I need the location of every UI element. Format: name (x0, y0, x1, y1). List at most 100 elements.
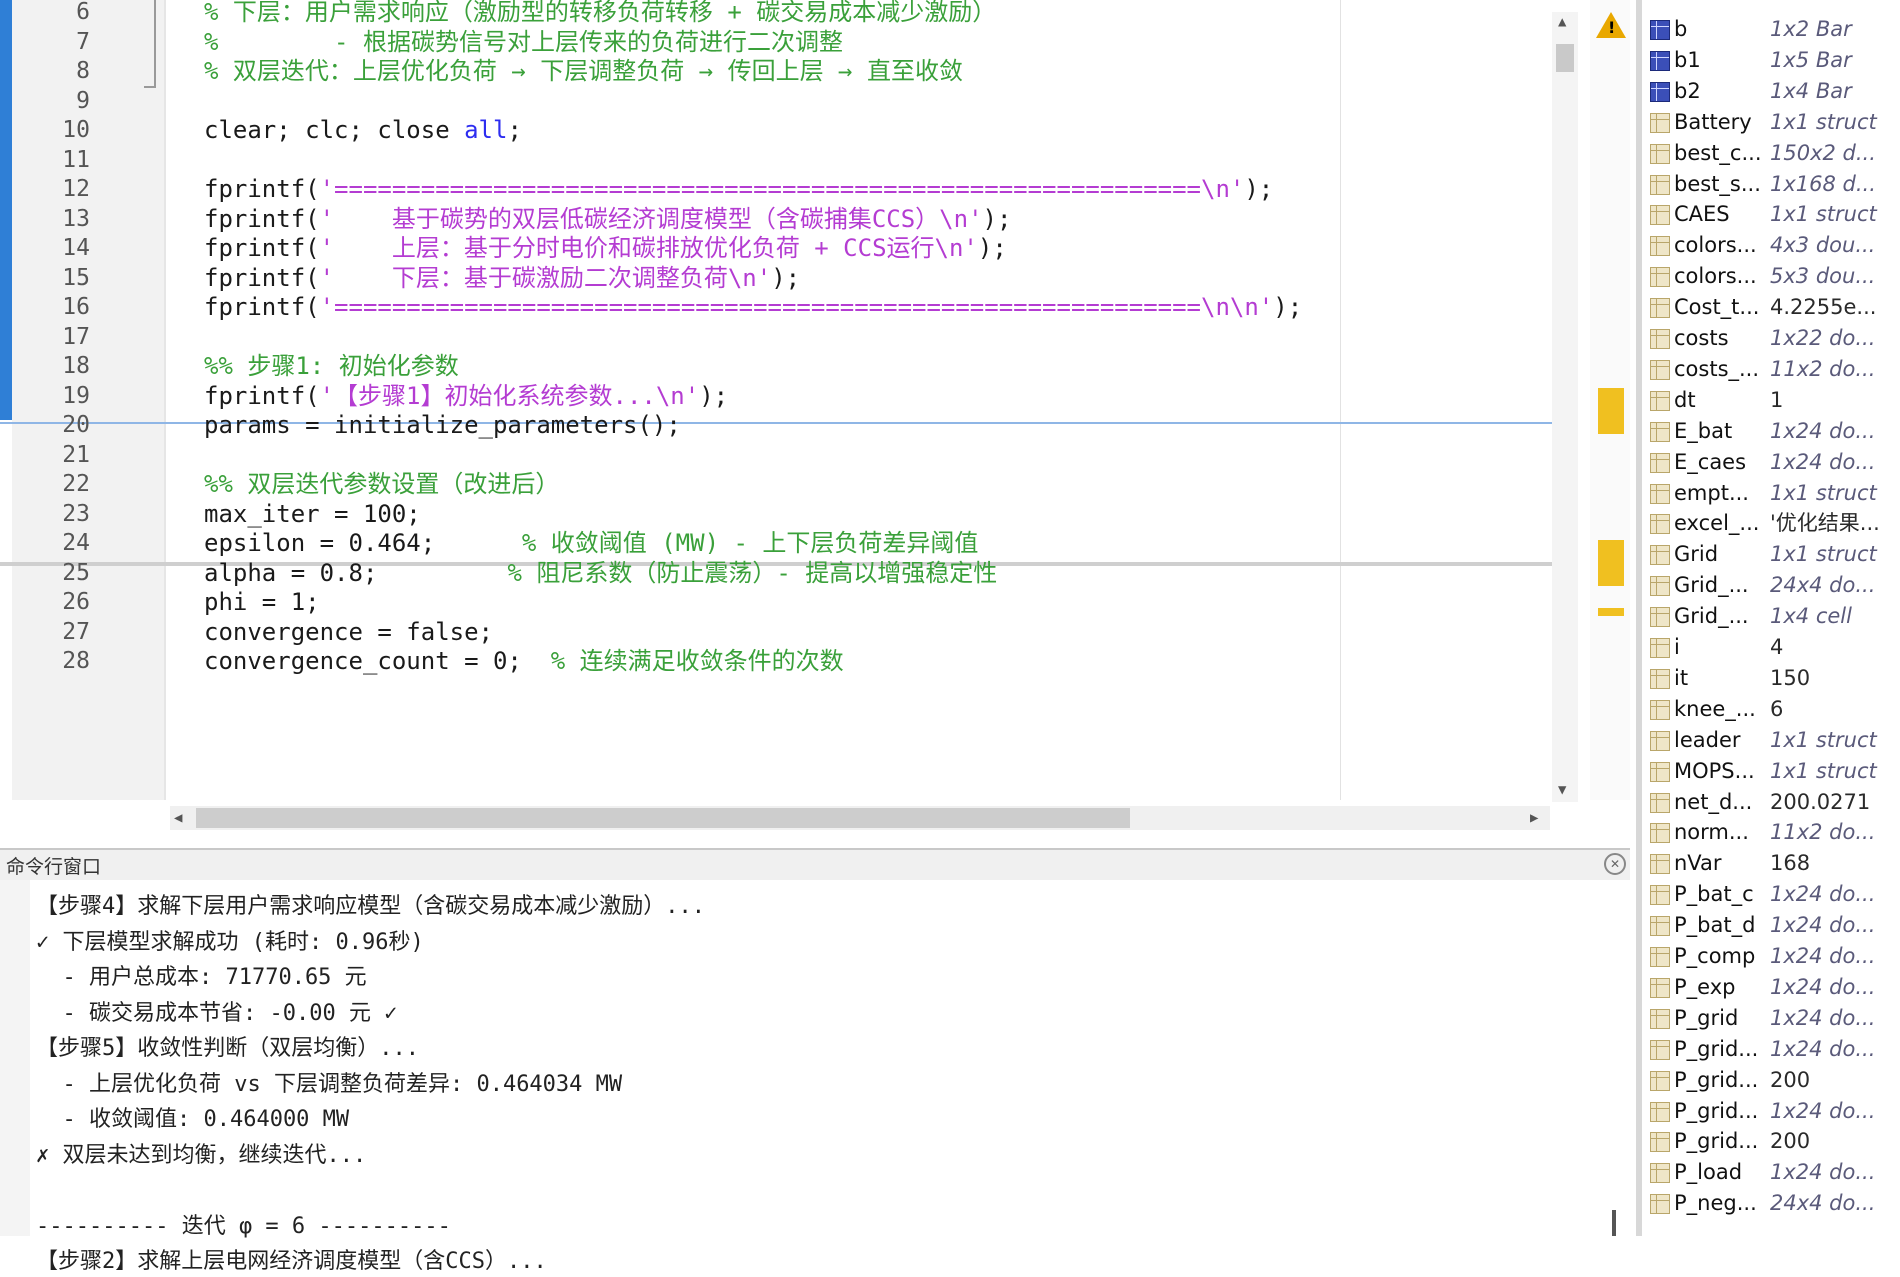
workspace-variable-row[interactable]: MOPS... 1x1 struct (1642, 756, 1900, 786)
variable-name: colors... (1674, 264, 1757, 289)
variable-grid-icon (1650, 607, 1670, 628)
code-token: clear; clc; close (204, 116, 465, 144)
workspace-variable-row[interactable]: P_load 1x24 do... (1642, 1157, 1900, 1187)
code-keyword: all (464, 116, 508, 144)
variable-name: CAES (1674, 202, 1730, 227)
workspace-variable-row[interactable]: best_s... 1x168 d... (1642, 169, 1900, 199)
workspace-variable-row[interactable]: Battery 1x1 struct (1642, 107, 1900, 137)
variable-name: MOPS... (1674, 758, 1755, 783)
workspace-variable-row[interactable]: P_neg... 24x4 do... (1642, 1188, 1900, 1218)
workspace-variable-row[interactable]: excel_... '优化结果... (1642, 508, 1900, 538)
bar-object-icon (1650, 50, 1670, 71)
variable-grid-icon (1650, 792, 1670, 813)
workspace-variable-row[interactable]: norm... 11x2 do... (1642, 817, 1900, 847)
workspace-variable-row[interactable]: b 1x2 Bar (1642, 14, 1900, 44)
warning-icon[interactable]: ! (1596, 12, 1626, 38)
variable-value: '优化结果... (1770, 511, 1880, 536)
variable-value: 11x2 do... (1770, 820, 1876, 845)
command-window-scrollbar[interactable] (1612, 1210, 1616, 1236)
warning-marker[interactable] (1598, 540, 1624, 586)
workspace-variable-row[interactable]: Cost_t... 4.2255e... (1642, 292, 1900, 322)
workspace-variable-row[interactable]: knee_... 6 (1642, 694, 1900, 724)
workspace-variable-row[interactable]: it 150 (1642, 663, 1900, 693)
workspace-variable-row[interactable]: colors... 5x3 dou... (1642, 261, 1900, 291)
code-token: fprintf( (204, 175, 320, 203)
workspace-variable-row[interactable]: E_bat 1x24 do... (1642, 416, 1900, 446)
variable-grid-icon (1650, 668, 1670, 689)
code-token: ); (1244, 175, 1274, 203)
command-output-line: 【步骤2】求解上层电网经济调度模型（含CCS）... (36, 1249, 547, 1274)
code-token: convergence = false; (204, 617, 493, 646)
workspace-variable-row[interactable]: P_bat_c 1x24 do... (1642, 879, 1900, 909)
warning-marker[interactable] (1598, 608, 1624, 616)
variable-name: i (1674, 635, 1680, 659)
scroll-right-arrow-icon[interactable]: ▶ (1530, 810, 1538, 826)
workspace-variable-row[interactable]: empt... 1x1 struct (1642, 478, 1900, 508)
workspace-variable-row[interactable]: P_bat_d 1x24 do... (1642, 910, 1900, 940)
variable-value: 1x22 do... (1770, 326, 1876, 350)
command-output-line: - 碳交易成本节省: -0.00 元 ✓ (36, 1000, 398, 1026)
command-window[interactable]: 【步骤4】求解下层用户需求响应模型（含碳交易成本减少激励）... ✓ 下层模型求解… (0, 880, 1630, 1274)
workspace-variable-row[interactable]: P_grid... 200 (1642, 1126, 1900, 1156)
code-token: phi = 1; (204, 588, 320, 616)
warning-marker[interactable] (1598, 388, 1624, 434)
variable-name: norm... (1674, 820, 1749, 845)
variable-grid-icon (1650, 1163, 1670, 1184)
command-window-margin (0, 880, 30, 1236)
variable-grid-icon (1650, 1101, 1670, 1122)
variable-value: 200 (1770, 1067, 1811, 1092)
variable-value: 1x24 do... (1770, 1098, 1876, 1123)
workspace-variable-row[interactable]: P_grid... 1x24 do... (1642, 1034, 1900, 1064)
workspace-variable-row[interactable]: leader 1x1 struct (1642, 725, 1900, 755)
workspace-variable-row[interactable]: Grid_... 24x4 do... (1642, 570, 1900, 600)
workspace-variable-row[interactable]: best_c... 150x2 d... (1642, 138, 1900, 168)
variable-grid-icon (1650, 390, 1670, 411)
variable-name: best_c... (1674, 140, 1762, 165)
editor-vertical-scroll-thumb[interactable] (1556, 44, 1574, 72)
variable-name: Battery (1674, 109, 1752, 134)
close-icon[interactable]: ✕ (1604, 853, 1626, 875)
line-number[interactable]: 28 (40, 643, 90, 679)
workspace-variable-row[interactable]: P_exp 1x24 do... (1642, 972, 1900, 1002)
variable-name: empt... (1674, 480, 1749, 505)
scroll-down-arrow-icon[interactable]: ▼ (1558, 782, 1566, 798)
variable-name: costs_... (1674, 356, 1760, 381)
editor-vertical-scrollbar[interactable] (1552, 12, 1578, 802)
variable-value: 200.0271 (1770, 789, 1871, 814)
variable-value: 1x24 do... (1770, 1036, 1876, 1061)
variable-grid-icon (1650, 329, 1670, 349)
variable-value: 200 (1770, 1129, 1811, 1154)
workspace-variable-row[interactable]: costs_... 11x2 do... (1642, 354, 1900, 384)
variable-grid-icon (1650, 761, 1670, 782)
code-token: fprintf( (204, 204, 320, 233)
scroll-left-arrow-icon[interactable]: ◀ (174, 810, 182, 826)
workspace-variable-row[interactable]: CAES 1x1 struct (1642, 199, 1900, 229)
command-output-line: ✓ 下层模型求解成功 (耗时: 0.96秒) (36, 929, 424, 955)
workspace-variable-row[interactable]: P_grid 1x24 do... (1642, 1003, 1900, 1033)
workspace-variable-row[interactable]: P_grid... 200 (1642, 1065, 1900, 1095)
variable-value: 24x4 do... (1770, 573, 1876, 598)
code-line[interactable]: 28 convergence_count = 0; % 连续满足收敛条件的次数 (0, 643, 1560, 679)
workspace-variable-row[interactable]: E_caes 1x24 do... (1642, 447, 1900, 477)
code-editor[interactable]: 6% 下层：用户需求响应（激励型的转移负荷转移 + 碳交易成本减少激励） 7% -… (0, 0, 1630, 836)
workspace-variable-row[interactable]: P_comp 1x24 do... (1642, 941, 1900, 971)
variable-name: excel_... (1674, 511, 1760, 536)
workspace-variable-row[interactable]: Grid 1x1 struct (1642, 539, 1900, 569)
variable-grid-icon (1650, 298, 1670, 319)
workspace-variable-row[interactable]: Grid_... 1x4 cell (1642, 601, 1900, 631)
workspace-variable-row[interactable]: dt 1 (1642, 385, 1900, 415)
workspace-panel[interactable]: b 1x2 Bar b1 1x5 Bar b2 1x4 Bar Battery 1x1 str… (1636, 0, 1900, 1236)
editor-horizontal-scroll-thumb[interactable] (196, 808, 1130, 828)
workspace-variable-row[interactable]: nVar 168 (1642, 848, 1900, 878)
workspace-variable-row[interactable]: colors... 4x3 dou... (1642, 230, 1900, 260)
variable-value: 1x1 struct (1770, 758, 1877, 783)
scroll-up-arrow-icon[interactable]: ▲ (1558, 14, 1566, 30)
workspace-variable-row[interactable]: P_grid... 1x24 do... (1642, 1096, 1900, 1126)
workspace-variable-row[interactable]: b1 1x5 Bar (1642, 45, 1900, 75)
workspace-variable-row[interactable]: b2 1x4 Bar (1642, 76, 1900, 106)
variable-name: P_grid... (1674, 1129, 1759, 1154)
workspace-variable-row[interactable]: i4 (1642, 632, 1900, 662)
workspace-variable-row[interactable]: net_d... 200.0271 (1642, 787, 1900, 817)
workspace-variable-row[interactable]: costs 1x22 do... (1642, 323, 1900, 353)
command-output-line: - 用户总成本: 71770.65 元 (36, 965, 367, 990)
